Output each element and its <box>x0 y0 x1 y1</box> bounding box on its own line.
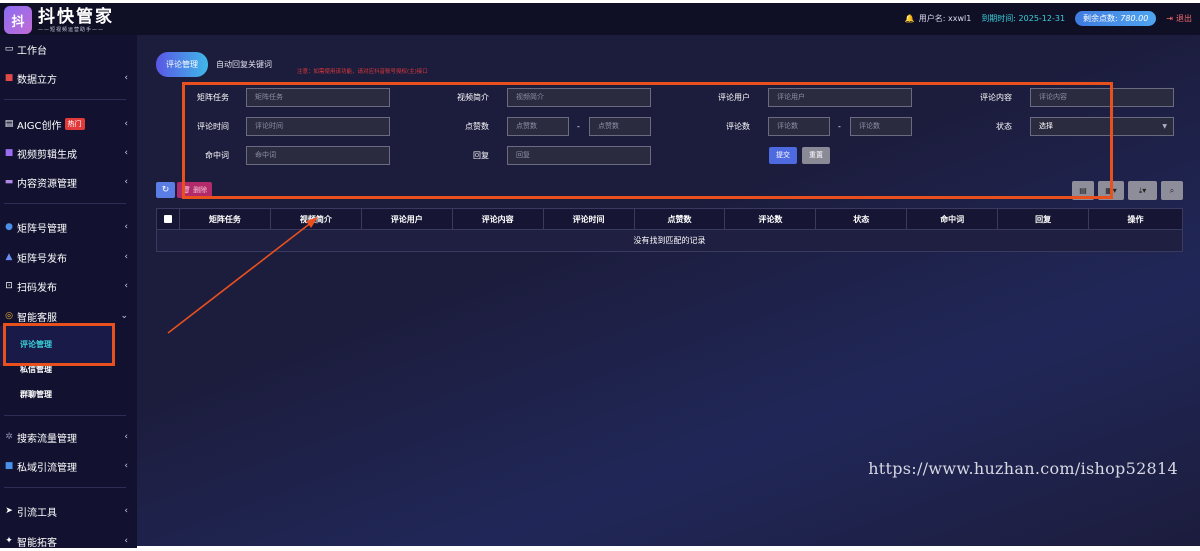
matrix-icon: ● <box>5 222 13 232</box>
annotation-box-filter <box>182 82 1113 199</box>
sidebar-item-search-traffic[interactable]: ✲ 搜索流量管理 ‹ <box>4 427 134 447</box>
chevron-left-icon: ‹ <box>124 461 128 471</box>
empty-table-message: 没有找到匹配的记录 <box>157 230 1182 251</box>
sidebar-item-traffic-tools[interactable]: ➤ 引流工具 ‹ <box>4 501 134 521</box>
sidebar-divider <box>4 203 126 204</box>
export-icon[interactable]: ⤓▾ <box>1128 181 1157 200</box>
annotation-box-sidebar <box>3 323 115 366</box>
sidebar-item-label: 矩阵号发布 <box>17 253 67 265</box>
traffic-icon: ■ <box>4 461 14 471</box>
column-header[interactable]: 点赞数 <box>635 209 726 229</box>
search-icon[interactable]: ⌕ <box>1161 181 1183 200</box>
sidebar-item-label: 矩阵号管理 <box>17 223 67 235</box>
tab-auto-reply-keywords[interactable]: 自动回复关键词 <box>216 59 272 70</box>
sidebar-item-label: 内容资源管理 <box>17 178 77 190</box>
column-header[interactable]: 评论内容 <box>453 209 544 229</box>
chevron-left-icon: ‹ <box>124 536 128 546</box>
chevron-left-icon: ‹ <box>124 432 128 442</box>
robot-icon: ◎ <box>5 311 13 321</box>
points-badge: 剩余点数: 780.00 <box>1075 11 1157 26</box>
chevron-left-icon: ‹ <box>124 252 128 262</box>
column-header[interactable]: 评论用户 <box>362 209 453 229</box>
user-info[interactable]: 🔔 用户名: xxwl1 <box>905 13 972 24</box>
ai-icon: ▤ <box>4 119 14 129</box>
sidebar-subitem-group-manage[interactable]: 群聊管理 <box>20 389 52 400</box>
logout-button[interactable]: ⇥ 退出 <box>1166 13 1192 24</box>
column-header[interactable]: 状态 <box>816 209 908 229</box>
sidebar-item-label: 搜索流量管理 <box>17 433 77 445</box>
sidebar-item-workbench[interactable]: ▭ 工作台 <box>4 39 134 59</box>
chevron-left-icon: ‹ <box>124 177 128 187</box>
sidebar-divider <box>4 487 126 488</box>
column-header[interactable]: 评论时间 <box>544 209 635 229</box>
monitor-icon: ▭ <box>4 44 14 54</box>
hot-badge: 热门 <box>64 118 85 130</box>
sidebar-item-label: AIGC创作 <box>17 120 62 132</box>
tab-bar: 评论管理 自动回复关键词 <box>156 52 272 77</box>
chevron-left-icon: ‹ <box>124 281 128 291</box>
app-subtitle: ——短视频运营助手—— <box>38 26 105 33</box>
sidebar-item-private-traffic[interactable]: ■ 私域引流管理 ‹ <box>4 456 134 476</box>
chevron-down-icon: ▼ <box>1162 123 1167 130</box>
sidebar-item-aigc[interactable]: ▤ AIGC创作 热门 ‹ <box>4 114 134 134</box>
tool-icon: ➤ <box>5 506 13 516</box>
folder-icon: ▬ <box>4 177 14 187</box>
logout-icon: ⇥ <box>1166 14 1173 23</box>
notice-text: 注意：如需使用该功能，请对应抖音账号授权(主)接口 <box>297 69 428 75</box>
bell-icon[interactable]: 🔔 <box>905 14 915 23</box>
header-right: 🔔 用户名: xxwl1 到期时间: 2025-12-31 剩余点数: 780.… <box>905 11 1192 26</box>
sidebar-item-matrix-manage[interactable]: ● 矩阵号管理 ‹ <box>4 217 134 237</box>
sidebar-item-label: 私域引流管理 <box>17 462 77 474</box>
chevron-left-icon: ‹ <box>124 119 128 129</box>
sidebar-item-content-resources[interactable]: ▬ 内容资源管理 ‹ <box>4 172 134 192</box>
video-icon: ■ <box>4 148 14 158</box>
logout-label: 退出 <box>1176 14 1192 23</box>
sidebar: ▭ 工作台 ■ 数据立方 ‹ ▤ AIGC创作 热门 ‹ ■ 视频剪辑生成 ‹ … <box>0 35 137 551</box>
qrcode-icon: ⊡ <box>5 281 13 291</box>
refresh-icon[interactable]: ↻ <box>156 182 175 198</box>
sidebar-item-label: 引流工具 <box>17 507 57 519</box>
sidebar-divider <box>4 99 126 100</box>
bottom-edge <box>137 546 1200 551</box>
expire-date: 到期时间: 2025-12-31 <box>981 14 1066 23</box>
chevron-left-icon: ‹ <box>124 148 128 158</box>
tab-comment-manage[interactable]: 评论管理 <box>156 52 208 77</box>
search-traffic-icon: ✲ <box>5 432 13 442</box>
username-label: 用户名: xxwl1 <box>918 14 972 23</box>
sidebar-item-video-edit[interactable]: ■ 视频剪辑生成 ‹ <box>4 143 134 163</box>
select-all-checkbox[interactable] <box>157 209 180 229</box>
sidebar-divider <box>4 415 126 416</box>
app-title: 抖快管家 <box>38 6 114 27</box>
column-header[interactable]: 命中词 <box>907 209 999 229</box>
column-header[interactable]: 评论数 <box>725 209 817 229</box>
sidebar-item-label: 数据立方 <box>17 74 57 86</box>
watermark: https://www.huzhan.com/ishop52814 <box>868 459 1178 478</box>
sidebar-item-data-cube[interactable]: ■ 数据立方 ‹ <box>4 68 134 88</box>
points-value: 780.00 <box>1120 14 1149 23</box>
chevron-left-icon: ‹ <box>124 222 128 232</box>
chevron-left-icon: ‹ <box>124 506 128 516</box>
sidebar-item-label: 工作台 <box>17 45 47 57</box>
expand-icon: ✦ <box>5 536 13 546</box>
points-label: 剩余点数: <box>1083 14 1118 23</box>
sidebar-item-label: 扫码发布 <box>17 282 57 294</box>
sidebar-item-label: 视频剪辑生成 <box>17 149 77 161</box>
chart-icon: ■ <box>4 73 14 83</box>
sidebar-item-label: 智能拓客 <box>17 537 57 549</box>
sidebar-item-qrcode-publish[interactable]: ⊡ 扫码发布 ‹ <box>4 276 134 296</box>
top-bar: 抖 抖快管家 ——短视频运营助手—— 🔔 用户名: xxwl1 到期时间: 20… <box>0 0 1200 35</box>
sidebar-item-label: 智能客服 <box>17 312 57 324</box>
column-header[interactable]: 操作 <box>1089 209 1182 229</box>
table-header: 矩阵任务 视频简介 评论用户 评论内容 评论时间 点赞数 评论数 状态 命中词 … <box>157 209 1182 230</box>
column-header[interactable]: 视频简介 <box>271 209 362 229</box>
send-icon: ▲ <box>5 252 13 262</box>
comments-table: 矩阵任务 视频简介 评论用户 评论内容 评论时间 点赞数 评论数 状态 命中词 … <box>156 208 1183 252</box>
chevron-left-icon: ‹ <box>124 73 128 83</box>
column-header[interactable]: 矩阵任务 <box>180 209 271 229</box>
sidebar-item-matrix-publish[interactable]: ▲ 矩阵号发布 ‹ <box>4 247 134 267</box>
logo: 抖 抖快管家 ——短视频运营助手—— <box>4 5 114 35</box>
logo-mark: 抖 <box>4 6 32 34</box>
chevron-down-icon: ⌄ <box>120 311 128 321</box>
column-header[interactable]: 回复 <box>998 209 1090 229</box>
